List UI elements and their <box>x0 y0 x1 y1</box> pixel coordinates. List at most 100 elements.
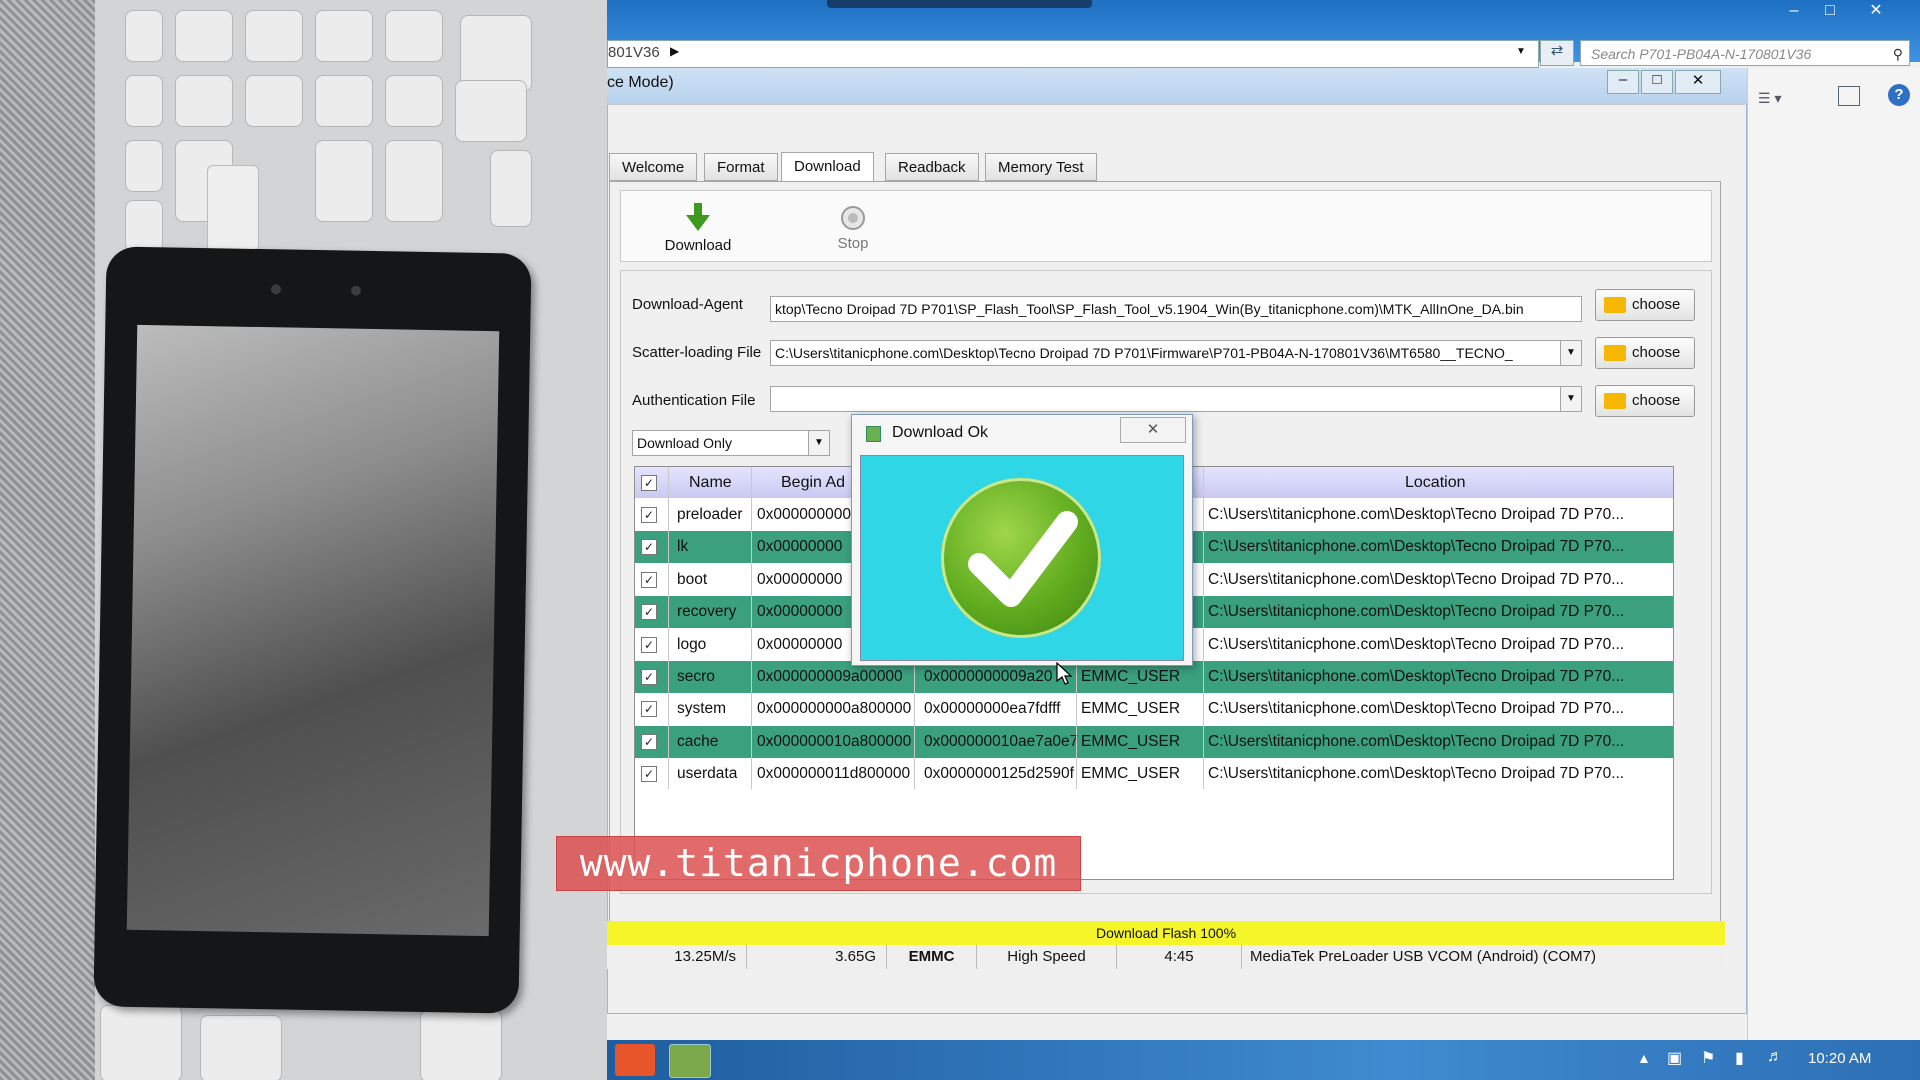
key-slash <box>175 10 233 62</box>
cell-name: lk <box>677 538 689 556</box>
cell-region: EMMC_USER <box>1081 732 1181 750</box>
cell-location: C:\Users\titanicphone.com\Desktop\Tecno … <box>1208 732 1625 750</box>
taskbar-app-icon-red[interactable] <box>615 1044 655 1076</box>
status-time: 4:45 <box>1117 945 1242 969</box>
download-button-label: Download <box>664 237 732 254</box>
scatter-file-label: Scatter-loading File <box>632 344 762 361</box>
row-checkbox[interactable]: ✓ <box>641 766 657 783</box>
key-fn <box>100 1005 182 1080</box>
minimize-icon[interactable]: – <box>1777 0 1811 22</box>
tray-network-icon[interactable]: ▮ <box>1735 1048 1744 1068</box>
view-options-icon[interactable]: ☰ ▾ <box>1758 90 1781 107</box>
download-agent-field[interactable]: ktop\Tecno Droipad 7D P701\SP_Flash_Tool… <box>770 296 1582 322</box>
app-maximize-icon[interactable]: □ <box>1641 70 1673 94</box>
folder-icon <box>1604 345 1626 361</box>
download-agent-choose-button[interactable]: choose <box>1595 289 1695 321</box>
tray-device-icon[interactable]: ▣ <box>1667 1048 1682 1068</box>
table-row[interactable]: ✓ userdata 0x000000011d800000 0x0000000125d… <box>635 758 1673 790</box>
column-header-location[interactable]: Location <box>1405 474 1466 492</box>
row-checkbox[interactable]: ✓ <box>641 636 657 653</box>
search-input[interactable]: Search P701-PB04A-N-170801V36 ⚲ <box>1580 40 1910 66</box>
download-button[interactable]: Download <box>655 203 741 254</box>
flash-tool-titlebar: ce Mode) – □ ✕ <box>607 68 1747 104</box>
row-checkbox[interactable]: ✓ <box>641 669 657 685</box>
tablet-device <box>93 246 532 1014</box>
tab-memory-test[interactable]: Memory Test <box>985 153 1097 181</box>
row-checkbox[interactable]: ✓ <box>641 604 657 621</box>
table-row[interactable]: ✓ system 0x000000000a800000 0x00000000ea7fd… <box>635 693 1673 725</box>
tab-format[interactable]: Format <box>704 153 778 181</box>
taskbar-peek-tab <box>827 0 1092 8</box>
help-icon[interactable]: ? <box>1888 84 1910 106</box>
tray-expand-icon[interactable]: ▲ <box>1637 1050 1651 1066</box>
auth-file-choose-button[interactable]: choose <box>1595 385 1695 417</box>
stop-icon <box>841 206 865 230</box>
cell-begin: 0x000000000a800000 <box>757 700 912 718</box>
tab-readback[interactable]: Readback <box>885 153 979 181</box>
preview-pane-icon[interactable] <box>1838 86 1860 106</box>
scatter-file-field[interactable]: C:\Users\titanicphone.com\Desktop\Tecno … <box>770 340 1582 366</box>
cell-location: C:\Users\titanicphone.com\Desktop\Tecno … <box>1208 635 1625 653</box>
close-icon[interactable]: ✕ <box>1859 0 1893 22</box>
auth-file-field[interactable]: ▼ <box>770 386 1582 412</box>
cell-location: C:\Users\titanicphone.com\Desktop\Tecno … <box>1208 765 1625 783</box>
row-checkbox[interactable]: ✓ <box>641 571 657 588</box>
refresh-icon[interactable]: ⇄ <box>1540 40 1574 66</box>
search-placeholder: Search P701-PB04A-N-170801V36 <box>1591 46 1812 62</box>
tray-volume-icon[interactable]: ♬ <box>1767 1048 1783 1066</box>
tab-download[interactable]: Download <box>781 152 874 182</box>
success-check-icon <box>941 478 1101 638</box>
download-mode-select[interactable]: Download Only ▼ <box>632 430 830 456</box>
chevron-down-icon[interactable]: ▼ <box>808 431 829 455</box>
chevron-down-icon[interactable]: ▼ <box>1560 341 1581 365</box>
key-5 <box>315 10 373 62</box>
app-minimize-icon[interactable]: – <box>1607 70 1639 94</box>
dialog-titlebar: Download Ok ✕ <box>852 415 1192 451</box>
row-checkbox[interactable]: ✓ <box>641 507 657 523</box>
scatter-file-choose-button[interactable]: choose <box>1595 337 1695 369</box>
mouse-cursor-icon <box>1056 662 1072 685</box>
folder-icon <box>1604 393 1626 409</box>
row-checkbox[interactable]: ✓ <box>641 539 657 556</box>
taskbar-flash-tool-icon[interactable] <box>669 1044 711 1078</box>
key-alt <box>200 1015 282 1080</box>
cell-name: cache <box>677 732 719 750</box>
key-8 <box>245 10 303 62</box>
column-header-name[interactable]: Name <box>689 474 732 492</box>
key-shift <box>385 140 443 222</box>
select-all-checkbox[interactable]: ✓ <box>641 475 657 491</box>
key-1 <box>385 75 443 127</box>
choose-label: choose <box>1632 392 1681 409</box>
table-row[interactable]: ✓ cache 0x000000010a800000 0x000000010ae7a0… <box>635 725 1673 758</box>
chevron-down-icon[interactable]: ▼ <box>1516 46 1526 57</box>
dialog-close-icon[interactable]: ✕ <box>1120 417 1186 443</box>
choose-label: choose <box>1632 296 1681 313</box>
column-header-begin-address[interactable]: Begin Ad <box>781 474 845 492</box>
row-checkbox[interactable]: ✓ <box>641 701 657 718</box>
explorer-preview-pane: ☰ ▾ ? <box>1747 68 1920 1040</box>
address-text: 801V36 <box>608 44 660 61</box>
window-title: ce Mode) <box>607 74 674 91</box>
search-icon[interactable]: ⚲ <box>1893 41 1903 67</box>
chevron-down-icon[interactable]: ▼ <box>1560 387 1581 411</box>
cell-location: C:\Users\titanicphone.com\Desktop\Tecno … <box>1208 506 1625 523</box>
cell-name: boot <box>677 570 708 588</box>
tray-flag-icon[interactable]: ⚑ <box>1701 1048 1715 1068</box>
status-size: 3.65G <box>747 945 887 969</box>
row-checkbox[interactable]: ✓ <box>641 733 657 750</box>
cell-location: C:\Users\titanicphone.com\Desktop\Tecno … <box>1208 700 1625 718</box>
address-bar[interactable]: 801V36 ▶ ▼ <box>607 40 1539 68</box>
cell-location: C:\Users\titanicphone.com\Desktop\Tecno … <box>1208 668 1625 685</box>
tab-welcome[interactable]: Welcome <box>609 153 698 181</box>
speaker-mesh <box>0 0 95 1080</box>
chevron-right-icon[interactable]: ▶ <box>670 44 679 58</box>
maximize-icon[interactable]: □ <box>1813 0 1847 22</box>
cell-name: system <box>677 700 727 718</box>
key-delete <box>125 140 163 192</box>
app-close-icon[interactable]: ✕ <box>1675 70 1721 94</box>
stop-button[interactable]: Stop <box>810 205 896 252</box>
taskbar-clock[interactable]: 10:20 AM <box>1808 1050 1871 1067</box>
dialog-body <box>860 455 1184 661</box>
download-ok-dialog: Download Ok ✕ <box>851 414 1193 666</box>
progress-bar: Download Flash 100% <box>607 921 1725 945</box>
